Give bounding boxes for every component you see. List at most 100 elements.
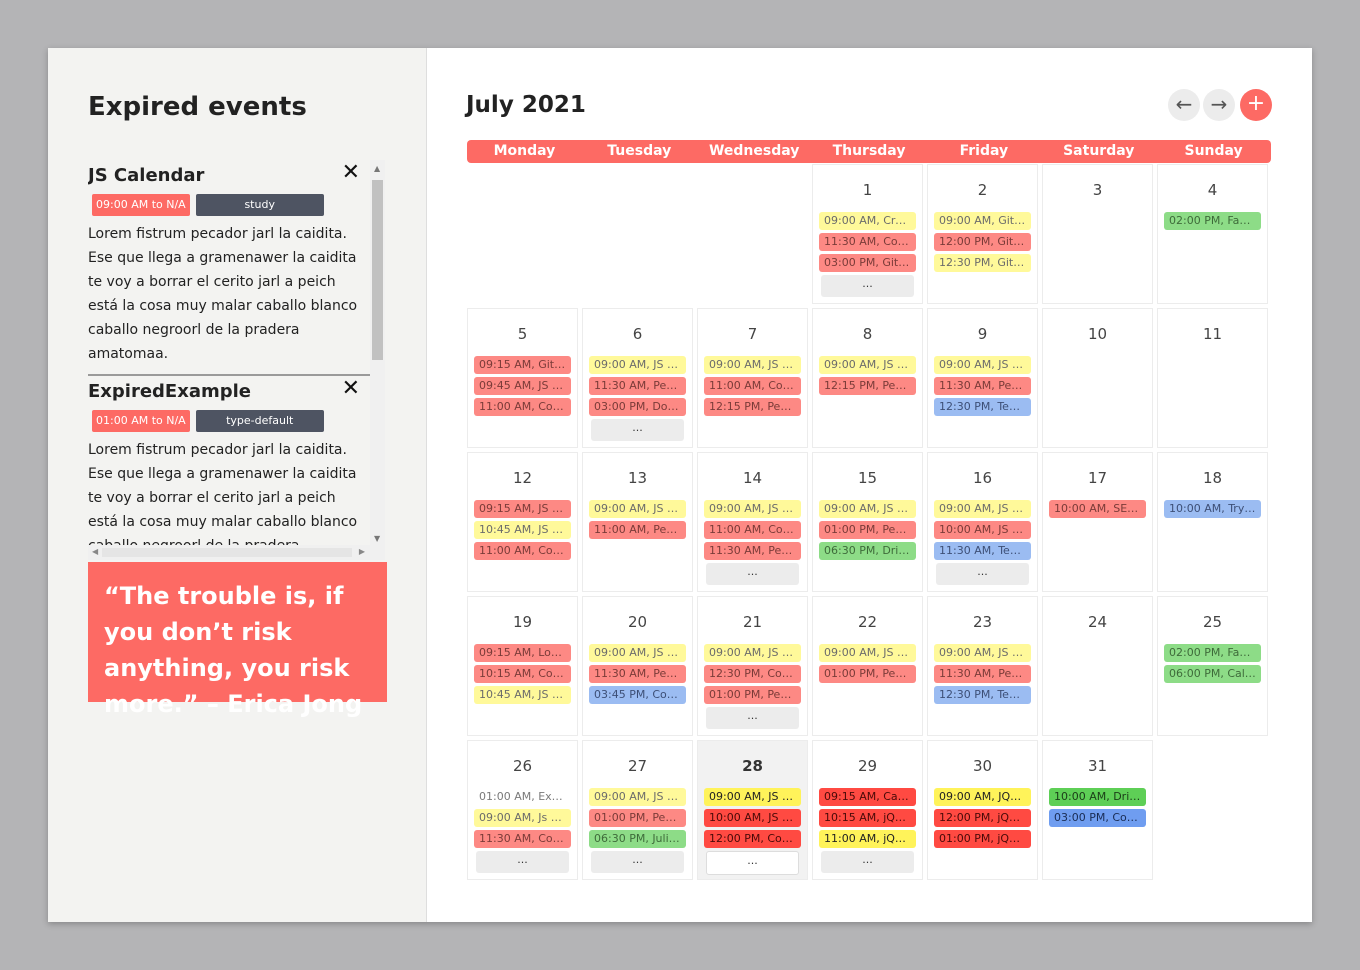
day-cell[interactable]: 25 02:00 PM, Famil... 06:00 PM, Call C... — [1157, 596, 1268, 736]
event-chip[interactable]: 10:00 AM, Try C... — [1164, 500, 1261, 518]
event-chip[interactable]: 12:30 PM, Git Ba... — [934, 254, 1031, 272]
day-cell[interactable]: 12 09:15 AM, JS Sh... 10:45 AM, JS Pla... 1… — [467, 452, 578, 592]
event-chip[interactable]: 03:00 PM, Core ... — [1049, 809, 1146, 827]
event-chip[interactable]: 09:00 AM, JQuer... — [934, 788, 1031, 806]
day-cell[interactable]: 11 — [1157, 308, 1268, 448]
day-cell[interactable]: 16 09:00 AM, JS Pla... 10:00 AM, JS Pla...… — [927, 452, 1038, 592]
horizontal-scrollbar-thumb[interactable] — [102, 548, 352, 557]
more-events-button[interactable]: ... — [591, 419, 684, 441]
day-cell[interactable]: 26 01:00 AM, Expir... 09:00 AM, Js Cal... 1… — [467, 740, 578, 880]
event-chip[interactable]: 09:00 AM, JS Pla... — [934, 500, 1031, 518]
event-chip[interactable]: 09:00 AM, Js Cal... — [474, 809, 571, 827]
event-chip[interactable]: 10:00 AM, JS Pla... — [934, 521, 1031, 539]
event-chip[interactable]: 03:45 PM, CoVid... — [589, 686, 686, 704]
day-cell[interactable]: 29 09:15 AM, Callb... 10:15 AM, jQuer... 11… — [812, 740, 923, 880]
day-cell[interactable]: 24 — [1042, 596, 1153, 736]
event-chip[interactable]: 11:30 AM, Peer ... — [589, 665, 686, 683]
scroll-down-arrow-icon[interactable]: ▼ — [374, 534, 380, 543]
event-chip[interactable]: 11:30 AM, Peer ... — [934, 665, 1031, 683]
event-chip[interactable]: 09:45 AM, JS Sh... — [474, 377, 571, 395]
more-events-button[interactable]: ... — [936, 563, 1029, 585]
vertical-scrollbar[interactable]: ▲ ▼ — [370, 160, 385, 545]
event-chip[interactable]: 01:00 PM, Peer ... — [704, 686, 801, 704]
event-chip[interactable]: 09:00 AM, JS Sh... — [934, 356, 1031, 374]
event-chip[interactable]: 10:00 AM, Drivin... — [1049, 788, 1146, 806]
day-cell[interactable]: 17 10:00 AM, SEO ... — [1042, 452, 1153, 592]
event-chip[interactable]: 02:00 PM, Famil... — [1164, 212, 1261, 230]
event-chip[interactable]: 11:30 AM, Peer ... — [934, 377, 1031, 395]
event-chip[interactable]: 09:00 AM, Creat... — [819, 212, 916, 230]
event-chip[interactable]: 09:00 AM, JS Pla... — [704, 500, 801, 518]
event-chip[interactable]: 03:00 PM, Git Ba... — [819, 254, 916, 272]
scrollbar-thumb[interactable] — [372, 180, 383, 360]
day-cell[interactable]: 1 09:00 AM, Creat... 11:30 AM, Coffe... 03:… — [812, 164, 923, 304]
event-chip[interactable]: 10:00 AM, JS Cal... — [704, 809, 801, 827]
event-chip[interactable]: 06:30 PM, Julia's... — [589, 830, 686, 848]
event-chip[interactable]: 11:00 AM, Coffe... — [704, 521, 801, 539]
event-chip[interactable]: 09:00 AM, JS Pla... — [819, 500, 916, 518]
event-chip[interactable]: 12:30 PM, Team ... — [934, 398, 1031, 416]
event-chip[interactable]: 12:15 PM, Peer ... — [704, 398, 801, 416]
event-chip[interactable]: 09:00 AM, JS Sh... — [589, 356, 686, 374]
event-chip[interactable]: 01:00 PM, Peer ... — [819, 665, 916, 683]
day-cell[interactable]: 18 10:00 AM, Try C... — [1157, 452, 1268, 592]
event-chip[interactable]: 12:00 PM, jQuer... — [934, 809, 1031, 827]
more-events-button[interactable]: ... — [821, 851, 914, 873]
day-cell[interactable]: 30 09:00 AM, JQuer... 12:00 PM, jQuer... 01… — [927, 740, 1038, 880]
event-chip[interactable]: 12:00 PM, Git Ba... — [934, 233, 1031, 251]
day-cell[interactable]: 22 09:00 AM, JS Cal... 01:00 PM, Peer ... — [812, 596, 923, 736]
scroll-right-arrow-icon[interactable]: ▶ — [359, 547, 365, 556]
event-chip[interactable]: 01:00 PM, Peer ... — [819, 521, 916, 539]
close-icon[interactable]: ✕ — [342, 378, 360, 400]
prev-month-button[interactable]: ← — [1168, 89, 1200, 121]
event-chip[interactable]: 09:00 AM, Git Ba... — [934, 212, 1031, 230]
more-events-button[interactable]: ... — [706, 851, 799, 875]
day-cell[interactable]: 27 09:00 AM, JS Cal... 01:00 PM, Peer ... 0… — [582, 740, 693, 880]
event-chip[interactable]: 09:00 AM, JS Cal... — [589, 788, 686, 806]
day-cell[interactable]: 15 09:00 AM, JS Pla... 01:00 PM, Peer ... 0… — [812, 452, 923, 592]
event-chip[interactable]: 06:00 PM, Call C... — [1164, 665, 1261, 683]
horizontal-scrollbar[interactable]: ◀ ▶ — [88, 545, 385, 560]
event-chip[interactable]: 03:00 PM, DonD... — [589, 398, 686, 416]
event-chip[interactable]: 11:30 AM, Peer ... — [589, 377, 686, 395]
event-chip[interactable]: 09:15 AM, Local... — [474, 644, 571, 662]
day-cell[interactable]: 9 09:00 AM, JS Sh... 11:30 AM, Peer ... 12:… — [927, 308, 1038, 448]
day-cell[interactable]: 7 09:00 AM, JS Sh... 11:00 AM, Coffe... 12:… — [697, 308, 808, 448]
event-chip[interactable]: 12:00 PM, Coffe... — [704, 830, 801, 848]
day-cell[interactable]: 4 02:00 PM, Famil... — [1157, 164, 1268, 304]
event-chip[interactable]: 10:00 AM, SEO ... — [1049, 500, 1146, 518]
day-cell[interactable]: 31 10:00 AM, Drivin... 03:00 PM, Core ... — [1042, 740, 1153, 880]
event-chip[interactable]: 09:00 AM, JS Sh... — [819, 356, 916, 374]
more-events-button[interactable]: ... — [706, 707, 799, 729]
scroll-left-arrow-icon[interactable]: ◀ — [92, 547, 98, 556]
event-chip[interactable]: 11:00 AM, Coffe... — [704, 377, 801, 395]
event-chip[interactable]: 01:00 PM, jQuer... — [934, 830, 1031, 848]
event-chip[interactable]: 12:15 PM, Peer ... — [819, 377, 916, 395]
day-cell[interactable]: 13 09:00 AM, JS Pla... 11:00 AM, Peer ... — [582, 452, 693, 592]
day-cell[interactable]: 10 — [1042, 308, 1153, 448]
event-chip[interactable]: 11:00 AM, jQuer... — [819, 830, 916, 848]
next-month-button[interactable]: → — [1203, 89, 1235, 121]
event-chip[interactable]: 09:00 AM, JS Cal... — [589, 644, 686, 662]
event-chip[interactable]: 12:30 PM, Team ... — [934, 686, 1031, 704]
event-chip[interactable]: 09:00 AM, JS Pla... — [589, 500, 686, 518]
event-chip[interactable]: 11:30 AM, Team ... — [934, 542, 1031, 560]
scroll-up-arrow-icon[interactable]: ▲ — [374, 164, 380, 173]
event-chip[interactable]: 06:30 PM, Drivin... — [819, 542, 916, 560]
event-chip[interactable]: 10:45 AM, JS Cal... — [474, 686, 571, 704]
event-chip[interactable]: 02:00 PM, Famil... — [1164, 644, 1261, 662]
event-chip[interactable]: 10:15 AM, Coffe... — [474, 665, 571, 683]
expired-events-list[interactable]: JS Calendar ✕ 09:00 AM to N/A study Lorem fi… — [88, 160, 385, 545]
day-cell[interactable]: 20 09:00 AM, JS Cal... 11:30 AM, Peer ... 0… — [582, 596, 693, 736]
more-events-button[interactable]: ... — [706, 563, 799, 585]
event-chip[interactable]: 11:00 AM, Coffe... — [474, 542, 571, 560]
event-chip[interactable]: 10:15 AM, jQuer... — [819, 809, 916, 827]
more-events-button[interactable]: ... — [821, 275, 914, 297]
day-cell[interactable]: 21 09:00 AM, JS Cal... 12:30 PM, Coffe... 0… — [697, 596, 808, 736]
event-chip[interactable]: 09:00 AM, JS Cal... — [819, 644, 916, 662]
day-cell[interactable]: 5 09:15 AM, Git Ba... 09:45 AM, JS Sh... 11… — [467, 308, 578, 448]
day-cell[interactable]: 19 09:15 AM, Local... 10:15 AM, Coffe... 10… — [467, 596, 578, 736]
day-cell[interactable]: 14 09:00 AM, JS Pla... 11:00 AM, Coffe... 1… — [697, 452, 808, 592]
event-chip[interactable]: 09:00 AM, JS Cal... — [934, 644, 1031, 662]
event-chip[interactable]: 09:15 AM, Git Ba... — [474, 356, 571, 374]
